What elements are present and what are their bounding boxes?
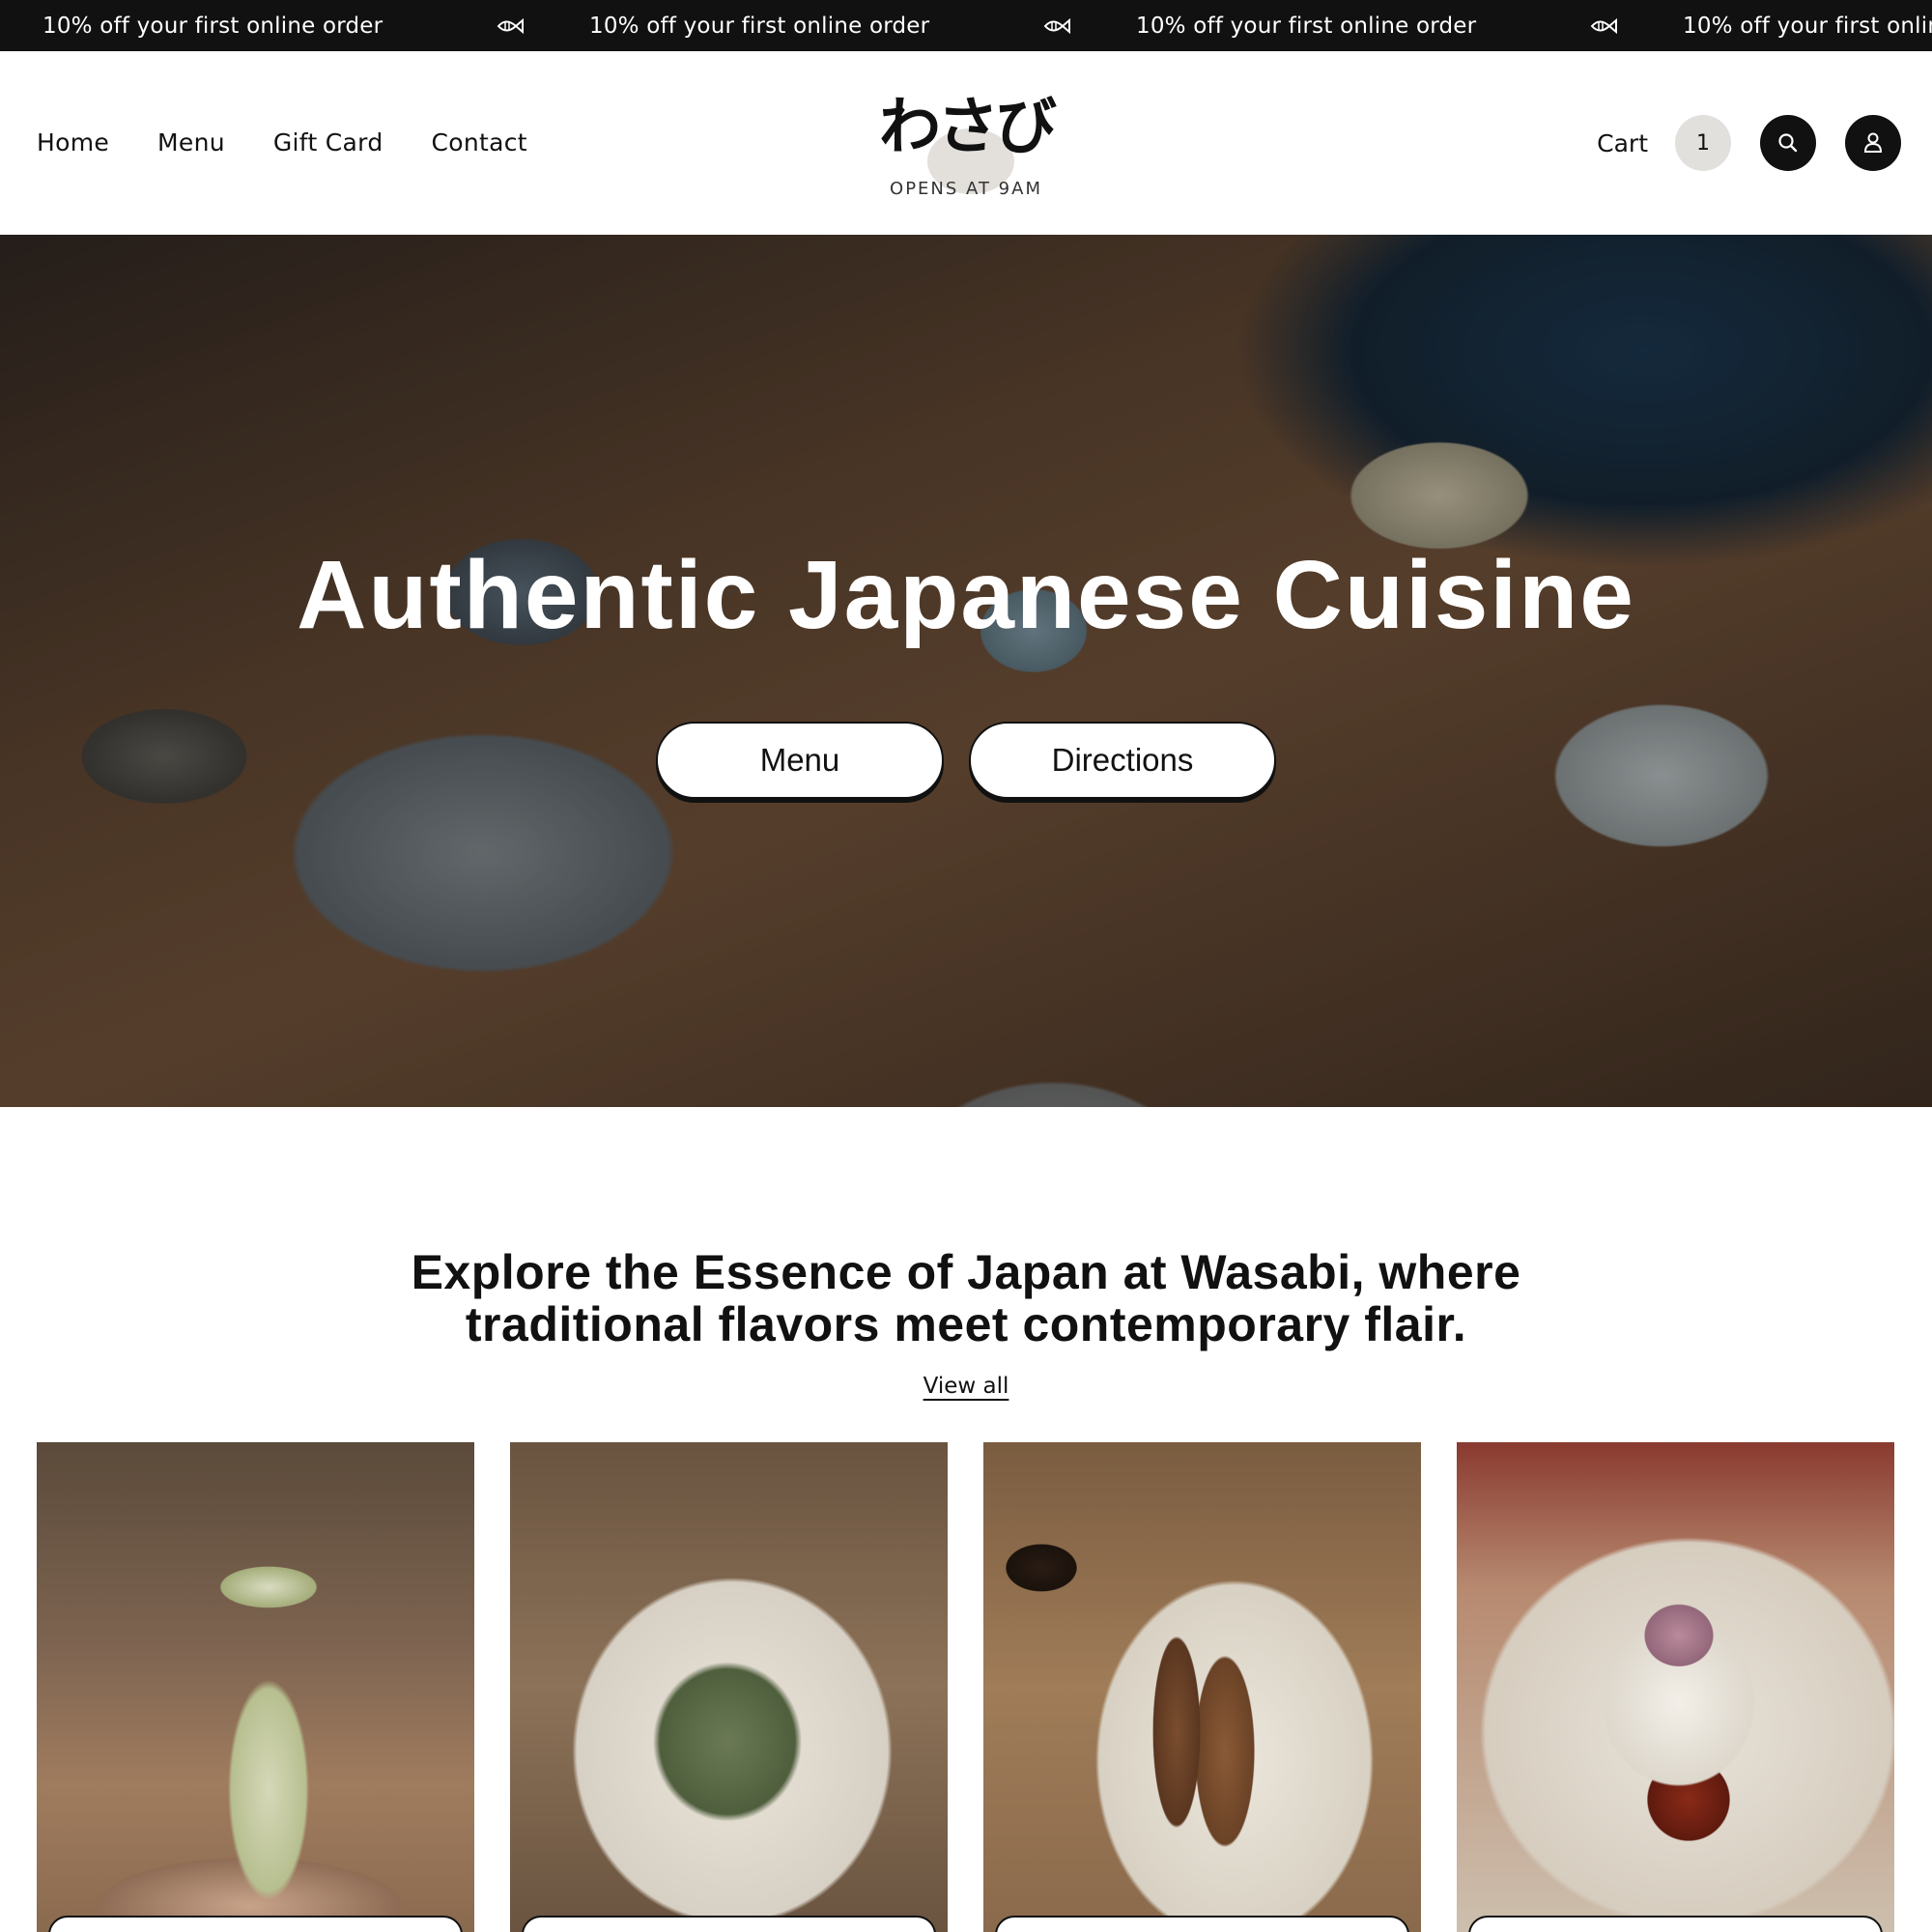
fish-icon — [1043, 17, 1070, 34]
announcement-text: 10% off your first online order — [1683, 13, 1932, 39]
nav-link-menu[interactable]: Menu — [157, 128, 225, 156]
search-button[interactable] — [1760, 115, 1816, 171]
product-card[interactable] — [983, 1442, 1421, 1932]
announcement-item: 10% off your first online order — [1136, 14, 1683, 39]
announcement-text: 10% off your first online order — [43, 13, 384, 39]
product-grid — [37, 1442, 1897, 1932]
hero-banner: Authentic Japanese Cuisine Menu Directio… — [0, 235, 1932, 1107]
nav-link-gift-card[interactable]: Gift Card — [273, 128, 384, 156]
product-label-pill[interactable] — [995, 1916, 1409, 1932]
product-label-pill[interactable] — [522, 1916, 936, 1932]
product-image-mochi-dessert[interactable] — [1457, 1442, 1894, 1932]
product-image-matcha-latte[interactable] — [37, 1442, 474, 1932]
product-label-pill[interactable] — [48, 1916, 463, 1932]
header-actions: Cart 1 — [1597, 115, 1901, 171]
cart-count-badge[interactable]: 1 — [1675, 115, 1731, 171]
intro-heading: Explore the Essence of Japan at Wasabi, … — [411, 1245, 1521, 1351]
site-logo[interactable]: わさび OPENS AT 9AM — [821, 90, 1111, 199]
product-card[interactable] — [37, 1442, 474, 1932]
user-icon — [1863, 132, 1883, 153]
product-label-pill[interactable] — [1468, 1916, 1883, 1932]
site-header: Home Menu Gift Card Contact わさび OPENS AT… — [0, 51, 1932, 235]
product-image-seafood-salad[interactable] — [510, 1442, 948, 1932]
fish-icon — [1590, 17, 1617, 34]
product-card[interactable] — [510, 1442, 948, 1932]
account-button[interactable] — [1845, 115, 1901, 171]
hero-buttons: Menu Directions — [0, 722, 1932, 799]
announcement-item: 10% off your first online order — [1683, 14, 1932, 39]
view-all-link[interactable]: View all — [923, 1374, 1009, 1399]
announcement-bar: 10% off your first online order 10% off … — [0, 0, 1932, 51]
opening-hours: OPENS AT 9AM — [890, 179, 1042, 199]
directions-button[interactable]: Directions — [969, 722, 1276, 799]
menu-button[interactable]: Menu — [656, 722, 944, 799]
logo-text: わさび — [879, 92, 1057, 163]
hero-title: Authentic Japanese Cuisine — [297, 541, 1635, 649]
product-image-yakitori[interactable] — [983, 1442, 1421, 1932]
announcement-item: 10% off your first online order — [589, 14, 1136, 39]
search-icon — [1778, 133, 1798, 153]
intro-section: Explore the Essence of Japan at Wasabi, … — [0, 1246, 1932, 1399]
announcement-text: 10% off your first online order — [589, 13, 930, 39]
cart-link[interactable]: Cart — [1597, 129, 1648, 157]
main-nav: Home Menu Gift Card Contact — [37, 128, 527, 156]
nav-link-contact[interactable]: Contact — [432, 128, 527, 156]
announcement-text: 10% off your first online order — [1136, 13, 1477, 39]
announcement-item: 10% off your first online order — [43, 14, 589, 39]
hero-image-overlay — [0, 235, 1932, 1107]
product-card[interactable] — [1457, 1442, 1894, 1932]
fish-icon — [497, 17, 524, 34]
announcement-track: 10% off your first online order 10% off … — [43, 0, 1932, 51]
nav-link-home[interactable]: Home — [37, 128, 109, 156]
